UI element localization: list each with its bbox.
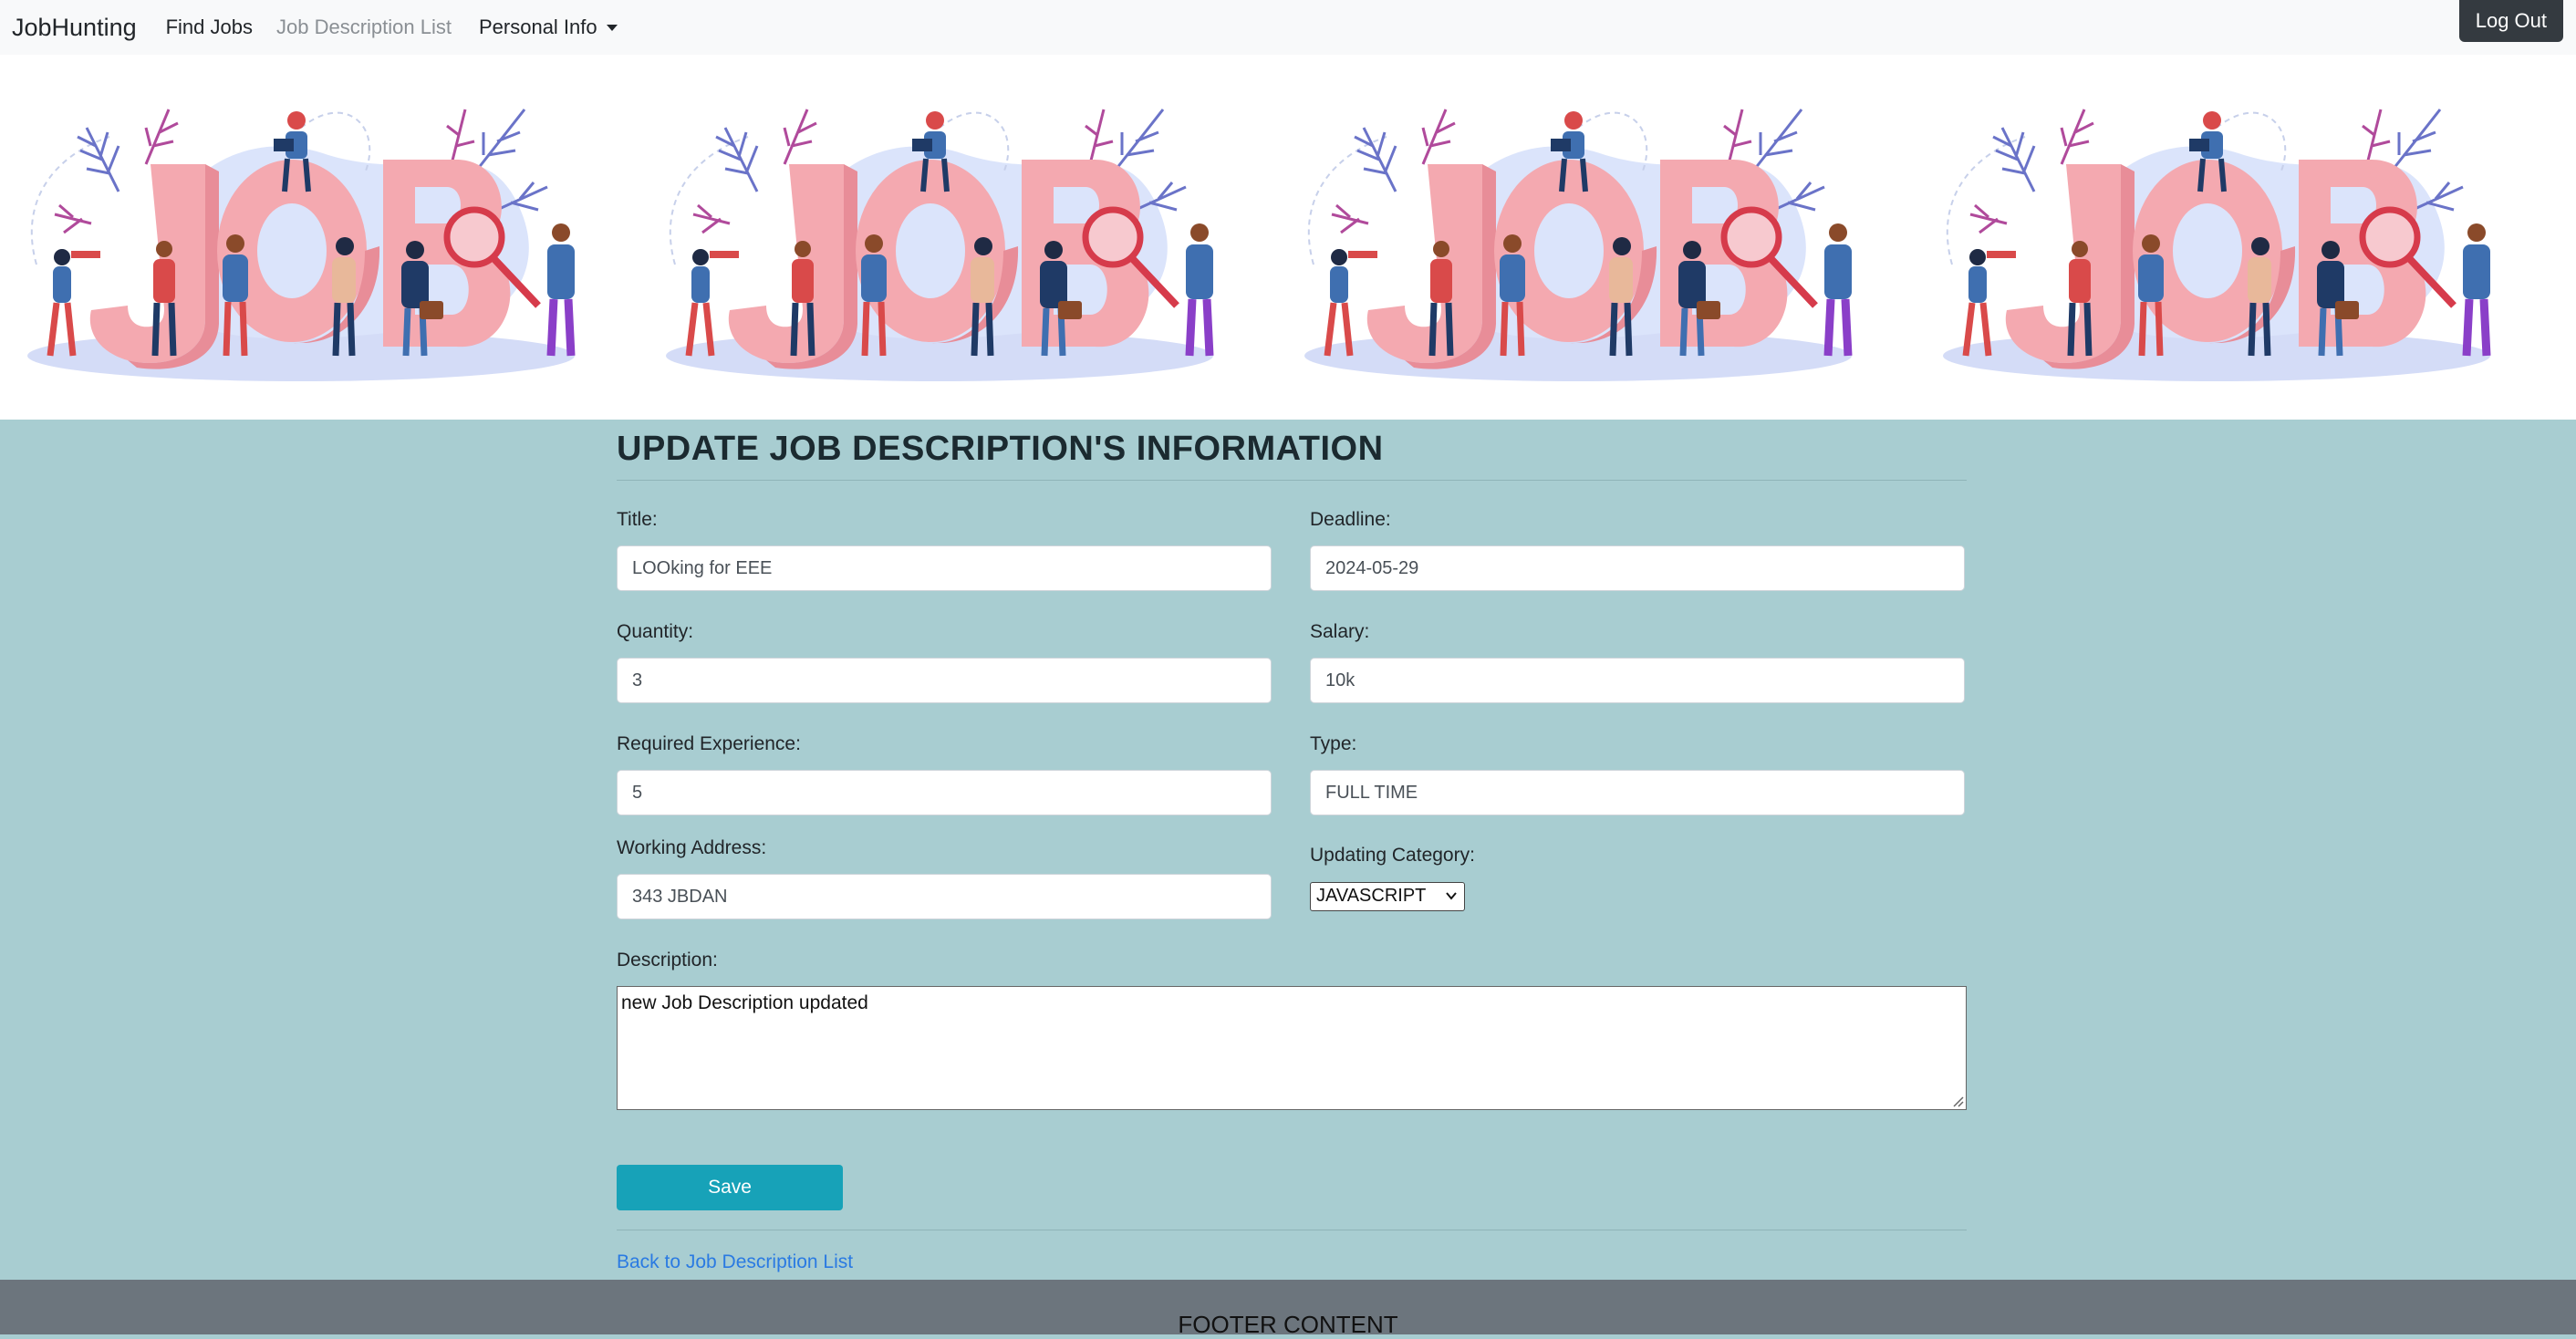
salary-input[interactable]: 10k <box>1310 658 1965 703</box>
back-to-list-link[interactable]: Back to Job Description List <box>617 1251 853 1273</box>
deadline-input[interactable]: 2024-05-29 <box>1310 545 1965 591</box>
experience-input[interactable]: 5 <box>617 770 1272 815</box>
quantity-label: Quantity: <box>617 621 694 642</box>
job-illustration <box>1277 55 1916 420</box>
personal-info-label: Personal Info <box>478 16 597 38</box>
chevron-down-icon <box>1446 892 1457 900</box>
nav-find-jobs[interactable]: Find Jobs <box>166 16 253 39</box>
title-input[interactable]: LOOking for EEE <box>617 545 1272 591</box>
personal-info-dropdown[interactable]: Personal Info <box>479 16 618 39</box>
footer: FOOTER CONTENT <box>0 1280 2576 1338</box>
job-illustration <box>1916 55 2554 420</box>
job-banner <box>0 55 2576 420</box>
navbar: JobHunting Find Jobs Job Description Lis… <box>0 0 2576 55</box>
experience-label: Required Experience: <box>617 733 801 754</box>
divider <box>617 480 1967 481</box>
job-illustration <box>0 55 639 420</box>
save-button[interactable]: Save <box>617 1165 843 1210</box>
category-label: Updating Category: <box>1310 845 1475 866</box>
logout-button[interactable]: Log Out <box>2458 0 2563 42</box>
quantity-input[interactable]: 3 <box>617 658 1272 703</box>
brand-logo[interactable]: JobHunting <box>12 14 137 42</box>
type-label: Type: <box>1310 733 1357 754</box>
address-label: Working Address: <box>617 837 767 858</box>
job-illustration <box>2554 55 2576 420</box>
chevron-down-icon <box>606 24 618 31</box>
nav-job-description-list[interactable]: Job Description List <box>276 16 452 39</box>
job-illustration <box>639 55 1277 420</box>
salary-label: Salary: <box>1310 621 1370 642</box>
description-text: new Job Description updated <box>621 992 868 1013</box>
deadline-label: Deadline: <box>1310 509 1391 530</box>
resize-handle-icon[interactable] <box>1951 1095 1964 1107</box>
type-input[interactable]: FULL TIME <box>1310 770 1965 815</box>
category-select-value: JAVASCRIPT <box>1316 886 1427 906</box>
category-select[interactable]: JAVASCRIPT <box>1310 882 1465 911</box>
title-label: Title: <box>617 509 658 530</box>
description-textarea[interactable]: new Job Description updated <box>617 986 1967 1110</box>
description-label: Description: <box>617 950 718 971</box>
page-title: UPDATE JOB DESCRIPTION'S INFORMATION <box>617 430 1384 468</box>
address-input[interactable]: 343 JBDAN <box>617 874 1272 919</box>
